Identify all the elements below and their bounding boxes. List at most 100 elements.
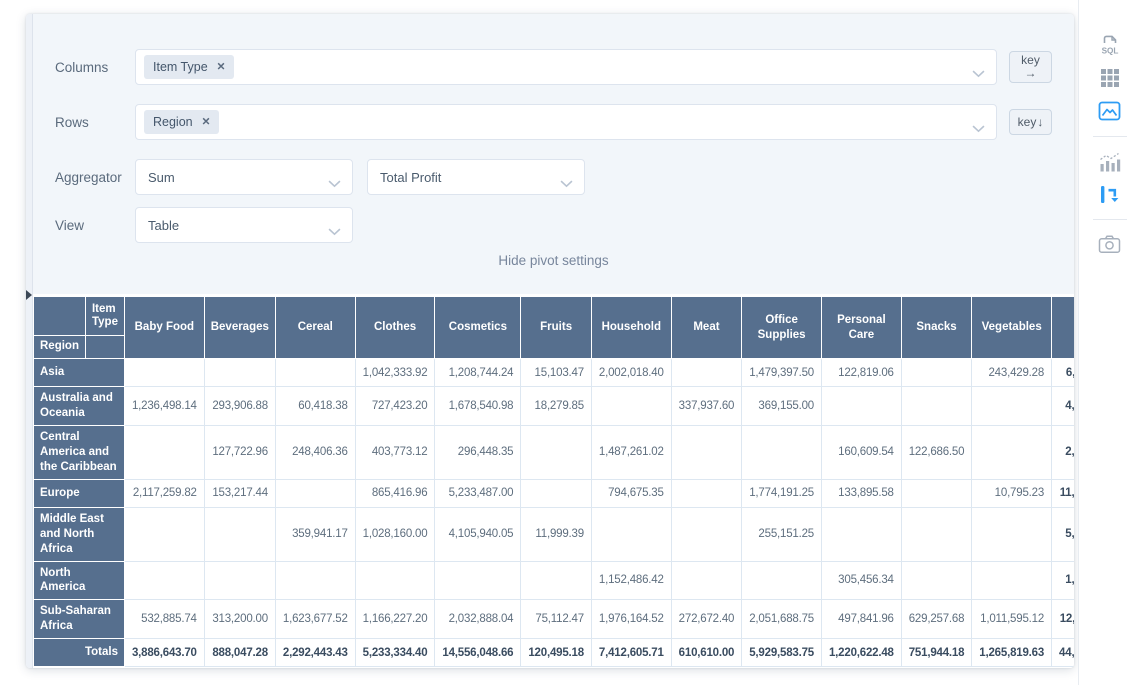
pivot-editor-panel: Columns Item Type ✕ key → <box>26 14 1074 668</box>
chevron-down-icon[interactable] <box>972 65 985 83</box>
column-total-cell: 888,047.28 <box>204 639 275 667</box>
row-axis-label: Region <box>34 336 86 359</box>
column-total-cell: 5,929,583.75 <box>742 639 822 667</box>
value-cell <box>124 359 204 387</box>
value-cell: 313,200.00 <box>204 600 275 639</box>
remove-tag-icon[interactable]: ✕ <box>202 116 211 128</box>
view-select[interactable]: Table <box>135 207 353 243</box>
panel-expand-arrow-icon[interactable] <box>26 290 32 300</box>
value-cell: 4,105,940.05 <box>435 507 521 561</box>
rows-sort-key-button[interactable]: key ↓ <box>1009 109 1052 135</box>
aggregator-select[interactable]: Sum <box>135 159 353 195</box>
aggregator-label: Aggregator <box>55 170 135 185</box>
row-label: North America <box>34 561 125 600</box>
sidebar-divider <box>1093 219 1127 220</box>
table-grid-icon[interactable] <box>1097 65 1123 91</box>
key-button-text: key <box>1018 115 1037 129</box>
axis-spacer-cell <box>85 336 124 359</box>
value-cell: 727,423.20 <box>355 387 435 426</box>
value-cell <box>671 561 742 600</box>
rows-tag-region[interactable]: Region ✕ <box>144 110 219 134</box>
value-cell: 1,623,677.52 <box>275 600 355 639</box>
row-label: Central America and the Caribbean <box>34 425 125 479</box>
value-cell: 248,406.36 <box>275 425 355 479</box>
value-cell: 337,937.60 <box>671 387 742 426</box>
row-label: Sub-Saharan Africa <box>34 600 125 639</box>
svg-text:SQL: SQL <box>1101 47 1118 56</box>
value-cell: 15,103.47 <box>521 359 592 387</box>
panel-resize-handle[interactable] <box>26 14 33 668</box>
value-cell <box>275 561 355 600</box>
rows-control-row: Rows Region ✕ key ↓ <box>55 104 1052 140</box>
value-cell <box>521 561 592 600</box>
camera-icon[interactable] <box>1097 231 1123 257</box>
column-header: Cereal <box>275 297 355 359</box>
row-total-cell: 11,082,938.63 <box>1052 479 1074 507</box>
value-cell <box>671 479 742 507</box>
value-cell <box>671 359 742 387</box>
chevron-down-icon[interactable] <box>328 223 341 241</box>
table-row: Sub-Saharan Africa532,885.74313,200.001,… <box>34 600 1075 639</box>
hide-pivot-settings-link[interactable]: Hide pivot settings <box>55 243 1052 282</box>
value-cell: 2,002,018.40 <box>591 359 671 387</box>
sql-icon[interactable]: SQL <box>1097 32 1123 58</box>
columns-control-row: Columns Item Type ✕ key → <box>55 49 1052 85</box>
value-cell: 272,672.40 <box>671 600 742 639</box>
aggregator-field-select[interactable]: Total Profit <box>367 159 585 195</box>
rows-label: Rows <box>55 115 135 130</box>
columns-tag-item-type[interactable]: Item Type ✕ <box>144 55 234 79</box>
column-total-cell: 1,265,819.63 <box>972 639 1052 667</box>
aggregator-control-row: Aggregator Sum Total Profit <box>55 159 1052 195</box>
chevron-down-icon[interactable] <box>560 175 573 193</box>
combo-chart-icon[interactable] <box>1097 148 1123 174</box>
pivot-icon[interactable] <box>1097 181 1123 207</box>
row-total-cell: 2,846,907.85 <box>1052 425 1074 479</box>
value-cell: 1,236,498.14 <box>124 387 204 426</box>
value-cell: 2,117,259.82 <box>124 479 204 507</box>
chevron-down-icon[interactable] <box>972 120 985 138</box>
value-cell <box>901 561 972 600</box>
value-cell: 2,051,688.75 <box>742 600 822 639</box>
value-cell <box>901 359 972 387</box>
row-label: Asia <box>34 359 125 387</box>
value-cell: 75,112.47 <box>521 600 592 639</box>
column-header: Household <box>591 297 671 359</box>
value-cell: 11,999.39 <box>521 507 592 561</box>
column-total-cell: 120,495.18 <box>521 639 592 667</box>
remove-tag-icon[interactable]: ✕ <box>217 61 226 73</box>
column-header: Office Supplies <box>742 297 822 359</box>
value-cell: 2,032,888.04 <box>435 600 521 639</box>
value-cell: 293,906.88 <box>204 387 275 426</box>
value-cell <box>671 425 742 479</box>
rows-tag-label: Region <box>153 115 193 129</box>
chart-image-icon[interactable] <box>1097 98 1123 124</box>
corner-cell <box>34 297 86 336</box>
column-header: Personal Care <box>821 297 901 359</box>
value-cell: 1,487,261.02 <box>591 425 671 479</box>
value-cell: 5,233,487.00 <box>435 479 521 507</box>
value-cell: 1,011,595.12 <box>972 600 1052 639</box>
totals-row-label: Totals <box>34 639 125 667</box>
value-cell <box>901 387 972 426</box>
value-cell: 359,941.17 <box>275 507 355 561</box>
rows-select[interactable]: Region ✕ <box>135 104 997 140</box>
value-cell: 18,279.85 <box>521 387 592 426</box>
columns-select[interactable]: Item Type ✕ <box>135 49 997 85</box>
chevron-down-icon[interactable] <box>328 175 341 193</box>
value-cell <box>435 561 521 600</box>
value-cell <box>521 425 592 479</box>
column-header: Fruits <box>521 297 592 359</box>
value-cell <box>901 507 972 561</box>
value-cell <box>742 425 822 479</box>
value-cell <box>972 507 1052 561</box>
columns-tag-label: Item Type <box>153 60 208 74</box>
columns-sort-key-button[interactable]: key → <box>1009 51 1052 83</box>
value-cell <box>275 359 355 387</box>
value-cell: 1,678,540.98 <box>435 387 521 426</box>
row-total-cell: 1,457,942.76 <box>1052 561 1074 600</box>
value-cell <box>591 387 671 426</box>
app-window: Columns Item Type ✕ key → <box>0 0 1140 685</box>
column-header: Snacks <box>901 297 972 359</box>
table-row: Middle East and North Africa359,941.171,… <box>34 507 1075 561</box>
value-cell: 122,819.06 <box>821 359 901 387</box>
